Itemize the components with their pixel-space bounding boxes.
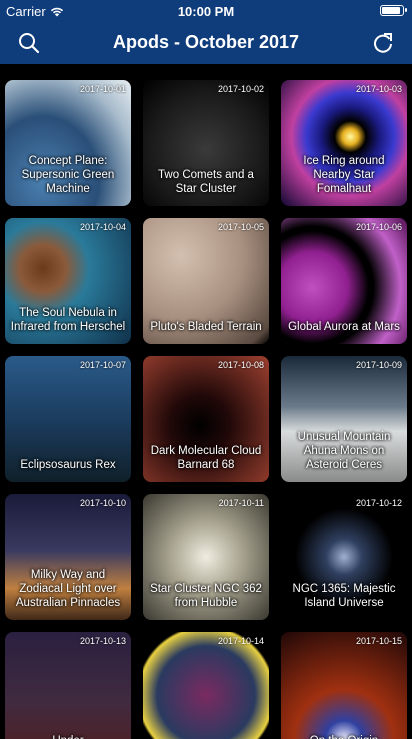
tile-title: Eclipsosaurus Rex [20,459,116,471]
tile-title: Two Comets and a Star Cluster [158,169,254,195]
apod-tile[interactable]: 2017-10-08 Dark Molecular Cloud Barnard 6… [143,356,269,482]
apod-tile[interactable]: 2017-10-07 Eclipsosaurus Rex [5,356,131,482]
tile-date: 2017-10-06 [355,222,402,232]
apod-tile[interactable]: 2017-10-01 Concept Plane: Supersonic Gree… [5,80,131,206]
apod-tile[interactable]: 2017-10-11 Star Cluster NGC 362 from Hubb… [143,494,269,620]
apod-tile[interactable]: 2017-10-04 The Soul Nebula in Infrared fr… [5,218,131,344]
tile-date: 2017-10-01 [79,84,126,94]
apod-tile[interactable]: 2017-10-02 Two Comets and a Star Cluster [143,80,269,206]
apod-tile[interactable]: 2017-10-05 Pluto's Bladed Terrain [143,218,269,344]
tile-date: 2017-10-09 [355,360,402,370]
tile-title: Star Cluster NGC 362 from Hubble [150,583,262,609]
tile-date: 2017-10-04 [79,222,126,232]
tile-date: 2017-10-13 [79,636,126,646]
apod-tile[interactable]: 2017-10-12 NGC 1365: Majestic Island Univ… [281,494,407,620]
battery-icon [380,5,407,16]
tile-title: Global Aurora at Mars [288,321,400,333]
tile-title: NGC 1365: Majestic Island Universe [292,583,396,609]
tile-date: 2017-10-12 [355,498,402,508]
apod-tile[interactable]: 2017-10-03 Ice Ring around Nearby Star Fo… [281,80,407,206]
tile-date: 2017-10-15 [355,636,402,646]
status-bar: Carrier 10:00 PM [0,0,412,22]
tile-title: Concept Plane: Supersonic Green Machine [21,155,115,195]
status-time: 10:00 PM [177,4,235,19]
tile-title: Unusual Mountain Ahuna Mons on Asteroid … [297,431,391,471]
tile-title: Pluto's Bladed Terrain [150,321,262,333]
tile-title: Dark Molecular Cloud Barnard 68 [150,445,262,471]
apod-grid: 2017-10-01 Concept Plane: Supersonic Gree… [0,64,412,739]
tile-title: On the Origin [285,734,403,739]
tile-date: 2017-10-05 [217,222,264,232]
tile-date: 2017-10-03 [355,84,402,94]
apod-tile[interactable]: 2017-10-15 On the Origin [281,632,407,739]
page-title: Apods - October 2017 [112,32,300,52]
apod-tile[interactable]: 2017-10-09 Unusual Mountain Ahuna Mons on… [281,356,407,482]
tile-title: Ice Ring around Nearby Star Fomalhaut [303,155,385,195]
apod-tile[interactable]: 2017-10-06 Global Aurora at Mars [281,218,407,344]
apod-tile[interactable]: 2017-10-10 Milky Way and Zodiacal Light o… [5,494,131,620]
tile-date: 2017-10-08 [217,360,264,370]
tile-date: 2017-10-07 [79,360,126,370]
apod-tile[interactable]: 2017-10-14 [143,632,269,739]
tile-date: 2017-10-11 [218,498,264,508]
tile-title: The Soul Nebula in Infrared from Hersche… [10,307,126,333]
tile-date: 2017-10-14 [217,636,264,646]
navigation-bar: Apods - October 2017 [0,22,412,64]
tile-title: Under [9,734,127,739]
tile-date: 2017-10-02 [217,84,264,94]
tile-title: Milky Way and Zodiacal Light over Austra… [15,569,121,609]
tile-date: 2017-10-10 [79,498,126,508]
refresh-icon[interactable] [370,30,396,56]
apod-tile[interactable]: 2017-10-13 Under [5,632,131,739]
